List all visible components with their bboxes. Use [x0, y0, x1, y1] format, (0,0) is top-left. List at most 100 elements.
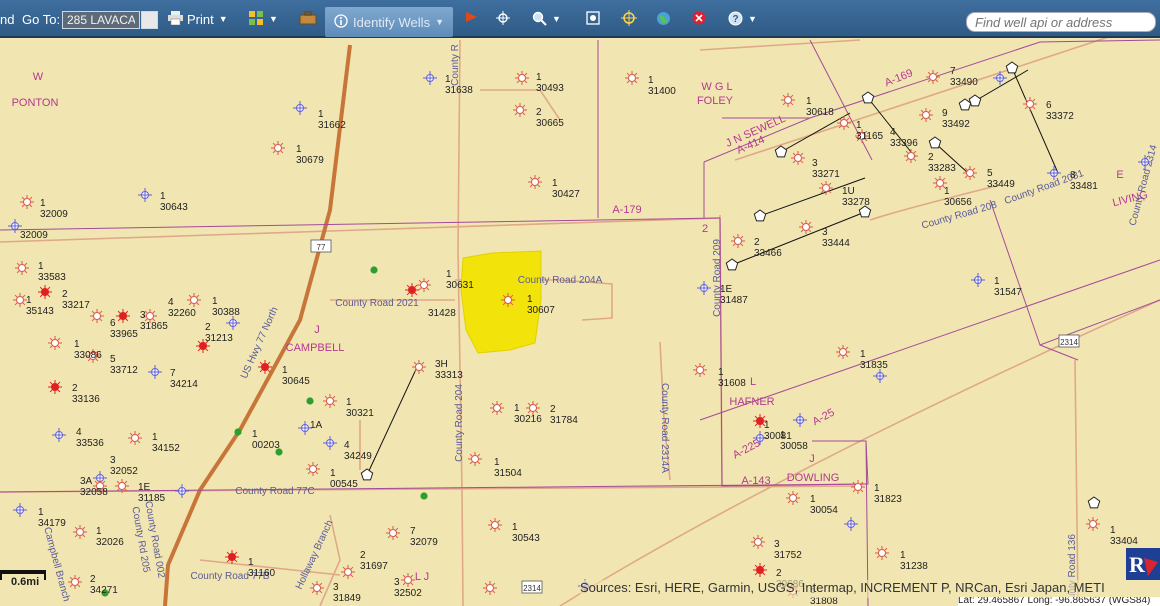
well-marker[interactable]: [15, 261, 29, 275]
well-marker[interactable]: [799, 220, 813, 234]
well-marker[interactable]: [488, 518, 502, 532]
well-marker[interactable]: [528, 175, 542, 189]
well-marker[interactable]: [693, 363, 707, 377]
well-marker[interactable]: [234, 428, 242, 436]
well-marker[interactable]: [405, 283, 419, 297]
well-marker[interactable]: [851, 480, 865, 494]
well-marker[interactable]: [423, 71, 437, 85]
well-symbols[interactable]: 1 316381 304931 314001 316622 306651 306181 306…: [8, 66, 1152, 606]
surface-location-marker[interactable]: [774, 145, 788, 158]
globe-button[interactable]: [656, 0, 671, 38]
full-extent-button[interactable]: [586, 0, 600, 38]
well-marker[interactable]: [38, 285, 52, 299]
well-marker[interactable]: [791, 151, 805, 165]
well-marker[interactable]: [175, 484, 189, 498]
well-marker[interactable]: [526, 401, 540, 415]
well-marker[interactable]: [293, 101, 307, 115]
well-marker[interactable]: [753, 563, 767, 577]
well-marker[interactable]: [13, 293, 27, 307]
well-marker[interactable]: [258, 360, 272, 374]
well-marker[interactable]: [420, 492, 428, 500]
well-marker[interactable]: [128, 431, 142, 445]
well-marker[interactable]: [306, 397, 314, 405]
surface-location-marker[interactable]: [928, 136, 942, 149]
well-marker[interactable]: [310, 581, 324, 595]
surface-location-marker[interactable]: [360, 468, 374, 481]
locate-button[interactable]: [621, 0, 637, 38]
well-marker[interactable]: [919, 108, 933, 122]
well-marker[interactable]: [417, 278, 431, 292]
well-marker[interactable]: [90, 309, 104, 323]
surface-location-marker[interactable]: [968, 94, 982, 107]
well-marker[interactable]: [490, 401, 504, 415]
surface-location-marker[interactable]: [753, 209, 767, 222]
well-marker[interactable]: [271, 141, 285, 155]
well-marker[interactable]: [68, 575, 82, 589]
identify-wells-button[interactable]: Identify Wells ▼: [325, 7, 453, 37]
clear-button[interactable]: [692, 0, 706, 38]
surface-location-marker[interactable]: [958, 98, 972, 111]
well-marker[interactable]: [341, 565, 355, 579]
well-marker[interactable]: [875, 546, 889, 560]
well-marker[interactable]: [20, 195, 34, 209]
well-marker[interactable]: [138, 188, 152, 202]
well-marker[interactable]: [837, 116, 851, 130]
well-marker[interactable]: [697, 281, 711, 295]
surface-location-marker[interactable]: [725, 258, 739, 271]
layers-button[interactable]: ▼: [249, 0, 278, 38]
well-marker[interactable]: [483, 581, 497, 595]
well-marker[interactable]: [48, 380, 62, 394]
well-marker[interactable]: [225, 550, 239, 564]
surface-location-marker[interactable]: [861, 91, 875, 104]
flag-button[interactable]: [464, 0, 478, 38]
help-button[interactable]: ? ▼: [728, 0, 757, 38]
well-marker[interactable]: [148, 365, 162, 379]
well-marker[interactable]: [48, 336, 62, 350]
well-marker[interactable]: [370, 266, 378, 274]
well-marker[interactable]: [963, 166, 977, 180]
well-marker[interactable]: [793, 413, 807, 427]
well-marker[interactable]: [323, 394, 337, 408]
surface-location-marker[interactable]: [1087, 496, 1101, 509]
well-marker[interactable]: [625, 71, 639, 85]
well-marker[interactable]: [971, 273, 985, 287]
well-marker[interactable]: [412, 360, 426, 374]
surface-location-marker[interactable]: [1005, 61, 1019, 74]
well-marker[interactable]: [926, 70, 940, 84]
well-marker[interactable]: [513, 103, 527, 117]
well-marker[interactable]: [781, 93, 795, 107]
well-marker[interactable]: [52, 428, 66, 442]
well-marker[interactable]: [819, 181, 833, 195]
pan-button[interactable]: [496, 0, 510, 38]
well-marker[interactable]: [1086, 517, 1100, 531]
well-marker[interactable]: [115, 479, 129, 493]
well-marker[interactable]: [501, 293, 515, 307]
well-marker[interactable]: [306, 462, 320, 476]
well-marker[interactable]: [187, 293, 201, 307]
well-marker[interactable]: [836, 345, 850, 359]
well-marker[interactable]: [993, 71, 1007, 85]
well-marker[interactable]: [386, 526, 400, 540]
print-button[interactable]: Print ▼: [168, 0, 228, 38]
well-marker[interactable]: [786, 491, 800, 505]
tools-button[interactable]: [299, 0, 317, 38]
well-marker[interactable]: [226, 316, 240, 330]
well-marker[interactable]: [751, 535, 765, 549]
well-marker[interactable]: [323, 436, 337, 450]
well-marker[interactable]: [904, 149, 918, 163]
well-marker[interactable]: [116, 309, 130, 323]
well-marker[interactable]: [515, 71, 529, 85]
goto-input[interactable]: [62, 11, 140, 29]
well-marker[interactable]: [1023, 97, 1037, 111]
well-marker[interactable]: [73, 525, 87, 539]
well-marker[interactable]: [731, 234, 745, 248]
well-marker[interactable]: [468, 452, 482, 466]
zoom-button[interactable]: ▼: [532, 0, 561, 38]
well-marker[interactable]: [873, 369, 887, 383]
well-marker[interactable]: [401, 573, 415, 587]
well-marker[interactable]: [844, 517, 858, 531]
well-search-input[interactable]: [966, 12, 1156, 32]
well-marker[interactable]: [13, 503, 27, 517]
map-canvas[interactable]: 77 2314 2314 W PONTON W G L FOLEY J N SEWELL A-…: [0, 38, 1160, 606]
goto-submit-button[interactable]: [141, 11, 158, 29]
